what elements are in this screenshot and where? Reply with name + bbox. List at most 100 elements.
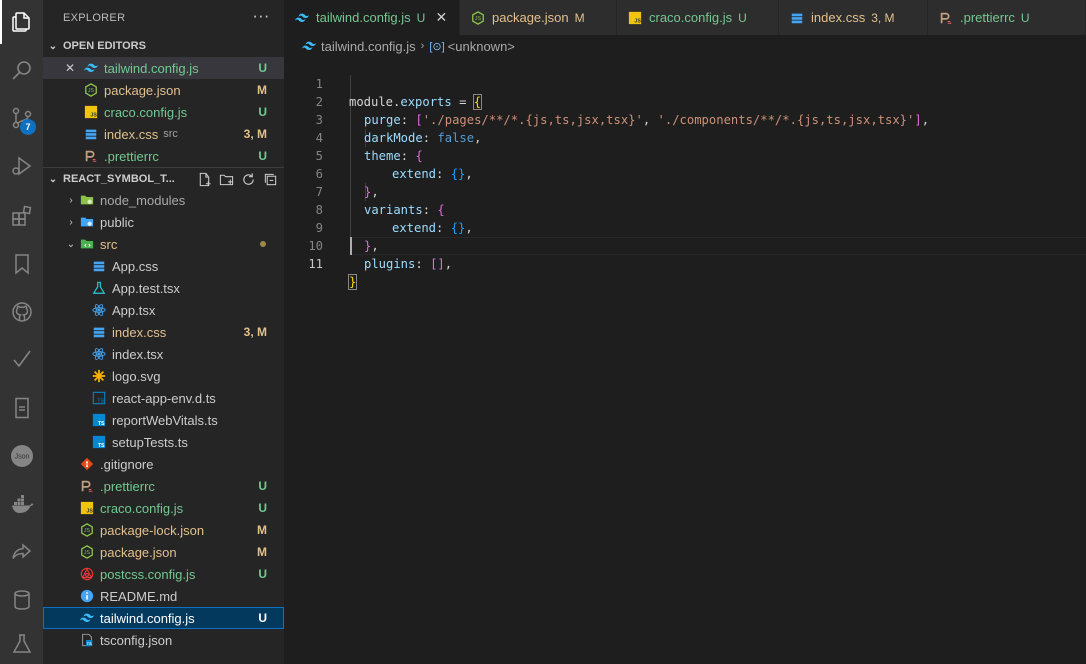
tree-item-name: postcss.config.js [100,566,196,582]
close-icon[interactable]: ✕ [433,9,449,26]
open-editor-item[interactable]: index.css src 3, M [43,123,284,145]
json-icon-label: Json [14,454,29,461]
tree-item[interactable]: App.tsx [43,299,284,321]
open-editors-header[interactable]: ⌄ OPEN EDITORS [43,35,284,57]
tree-item[interactable]: TS tsconfig.json [43,629,284,651]
tree-item[interactable]: › node_modules [43,189,284,211]
search-icon[interactable] [0,48,43,92]
tree-item[interactable]: App.css [43,255,284,277]
code-line: 3 darkMode: false, [284,93,1086,145]
js-icon: JS [79,500,95,516]
testing-flask-icon[interactable] [0,622,43,664]
tree-item[interactable]: › public [43,211,284,233]
code-line: 8 extend: {}, [284,183,1086,235]
folder-title: REACT_SYMBOL_T... [63,173,175,185]
new-file-icon[interactable] [196,171,212,187]
ts-icon: TS [91,412,107,428]
collapse-all-icon[interactable] [262,171,278,187]
tree-item[interactable]: index.css 3, M [43,321,284,343]
tree-item[interactable]: TS setupTests.ts [43,431,284,453]
css-icon [83,126,99,142]
tree-item[interactable]: JS craco.config.js U [43,497,284,519]
breadcrumb-symbol[interactable]: <unknown> [448,39,515,54]
tab-label: package.json [492,10,569,25]
tab-status: U [416,10,426,25]
docker-icon[interactable] [0,482,43,526]
tab-status: U [738,10,747,25]
tab-tailwind-config[interactable]: tailwind.config.js U ✕ [284,0,460,35]
run-debug-icon[interactable] [0,144,43,188]
open-editor-item[interactable]: ✕ tailwind.config.js U [43,57,284,79]
svg-icon [91,368,107,384]
svg-text:JS: JS [634,18,641,24]
json-icon[interactable]: Json [0,434,43,478]
close-icon[interactable]: ✕ [65,61,83,75]
symbol-object-icon: [⊙] [429,40,445,53]
tab-label: tailwind.config.js [316,10,411,25]
tree-item-name: App.css [112,258,159,274]
tree-item[interactable]: index.tsx [43,343,284,365]
open-editor-item[interactable]: .prettierrc U [43,145,284,167]
git-status: U [258,479,267,493]
folder-header[interactable]: ⌄ REACT_SYMBOL_T... [43,168,284,190]
chevron-down-icon: ⌄ [48,40,58,52]
tree-item[interactable]: JS package-lock.json M [43,519,284,541]
explorer-title: EXPLORER [63,11,126,24]
tree-item-name: public [100,214,134,230]
svg-text:TS: TS [98,421,105,427]
remote-explorer-icon[interactable] [0,386,43,430]
open-editor-folder: src [163,128,178,140]
git-status: 3, M [243,127,267,141]
open-editor-item[interactable]: JS package.json M [43,79,284,101]
js-icon: JS [83,104,99,120]
tree-item[interactable]: .prettierrc U [43,475,284,497]
tree-item[interactable]: TS reportWebVitals.ts [43,409,284,431]
code-editor[interactable]: 1 module.exports = { 2 purge: ['./pages/… [284,57,1086,664]
tab-prettierrc[interactable]: .prettierrc U [928,0,1086,35]
database-icon[interactable] [0,578,43,622]
tab-package-json[interactable]: JS package.json M [460,0,617,35]
prettier-icon [938,10,954,26]
tree-item[interactable]: App.test.tsx [43,277,284,299]
tree-item[interactable]: logo.svg [43,365,284,387]
breadcrumb-file[interactable]: tailwind.config.js [321,39,416,54]
tree-item-name: App.tsx [112,302,156,318]
tree-item-name: reportWebVitals.ts [112,412,218,428]
folder-public-icon [79,214,95,230]
svg-text:JS: JS [90,112,97,118]
git-status: U [258,105,267,119]
line-code: } [347,274,358,290]
refresh-icon[interactable] [240,171,256,187]
tailwind-icon [79,610,95,626]
js-icon: JS [627,10,643,26]
open-editors-title: OPEN EDITORS [63,40,146,52]
tree-item[interactable]: README.md [43,585,284,607]
tree-item-name: react-app-env.d.ts [112,390,216,406]
code-line: 6 }, [284,147,1086,199]
tree-item[interactable]: JS package.json M [43,541,284,563]
tab-craco-config[interactable]: JS craco.config.js U [617,0,779,35]
bookmarks-icon[interactable] [0,242,43,286]
live-share-icon[interactable] [0,530,43,574]
more-actions-icon[interactable]: ··· [253,8,270,26]
breadcrumb-separator: › [420,40,425,52]
files-icon[interactable] [0,0,43,44]
git-status: M [257,83,267,97]
open-editor-item[interactable]: JS craco.config.js U [43,101,284,123]
tree-item[interactable]: TS react-app-env.d.ts [43,387,284,409]
new-folder-icon[interactable] [218,171,234,187]
tree-item[interactable]: .gitignore [43,453,284,475]
tree-item[interactable]: ⌄ src [43,233,284,255]
chevron-right-icon: › [69,216,73,228]
tab-index-css[interactable]: index.css 3, M [779,0,928,35]
code-line: 2 purge: ['./pages/**/*.{js,ts,jsx,tsx}'… [284,75,1086,127]
source-control-icon[interactable]: 7 [0,96,43,140]
extensions-icon[interactable] [0,194,43,238]
check-icon[interactable] [0,337,43,381]
github-icon[interactable] [0,290,43,334]
tree-item-selected[interactable]: tailwind.config.js U [43,607,284,629]
folder-actions [196,171,278,187]
open-editor-name: index.css [104,126,159,142]
activity-bar: 7 Json [0,0,43,664]
tree-item[interactable]: postcss.config.js U [43,563,284,585]
